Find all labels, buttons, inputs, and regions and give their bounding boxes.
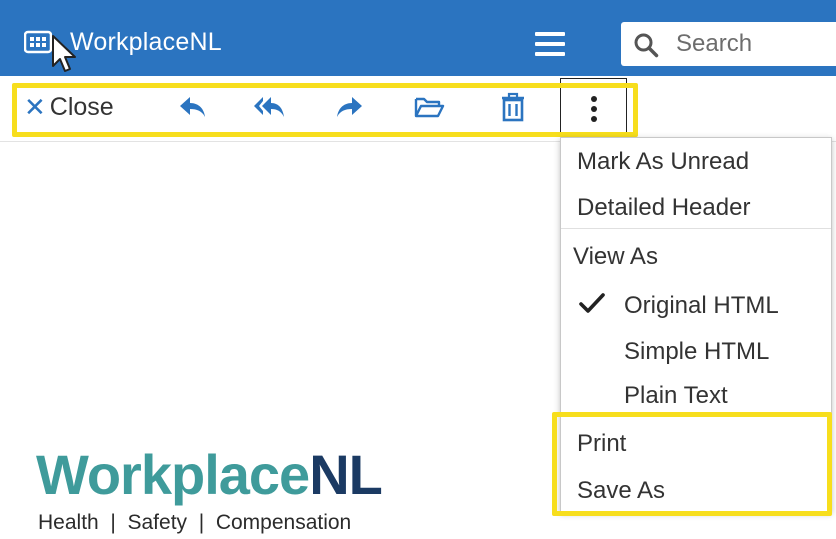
logo-tagline: Health | Safety | Compensation xyxy=(38,511,352,534)
menu-item-detailed-header[interactable]: Detailed Header xyxy=(577,194,750,222)
menu-item-plain-text[interactable]: Plain Text xyxy=(624,382,728,410)
search-input[interactable] xyxy=(676,28,836,60)
workplacenl-logo: WorkplaceNL xyxy=(36,442,383,507)
print-save-highlight xyxy=(552,412,832,516)
hamburger-menu-icon[interactable] xyxy=(535,32,565,56)
mouse-cursor-icon xyxy=(52,35,76,72)
menu-item-mark-as-unread[interactable]: Mark As Unread xyxy=(577,148,749,176)
search-icon xyxy=(634,33,659,58)
menu-divider xyxy=(561,228,831,229)
search-box[interactable] xyxy=(621,22,836,66)
app-title[interactable]: WorkplaceNL xyxy=(70,28,222,57)
logo-part-workplace: Workplace xyxy=(36,443,310,506)
menu-heading-view-as: View As xyxy=(573,243,658,270)
mail-grid-icon[interactable] xyxy=(24,30,52,54)
logo-part-nl: NL xyxy=(309,443,383,506)
toolbar-highlight xyxy=(12,83,638,137)
menu-item-simple-html[interactable]: Simple HTML xyxy=(624,338,769,366)
menu-item-original-html[interactable]: Original HTML xyxy=(624,292,779,320)
checkmark-icon xyxy=(579,293,605,313)
